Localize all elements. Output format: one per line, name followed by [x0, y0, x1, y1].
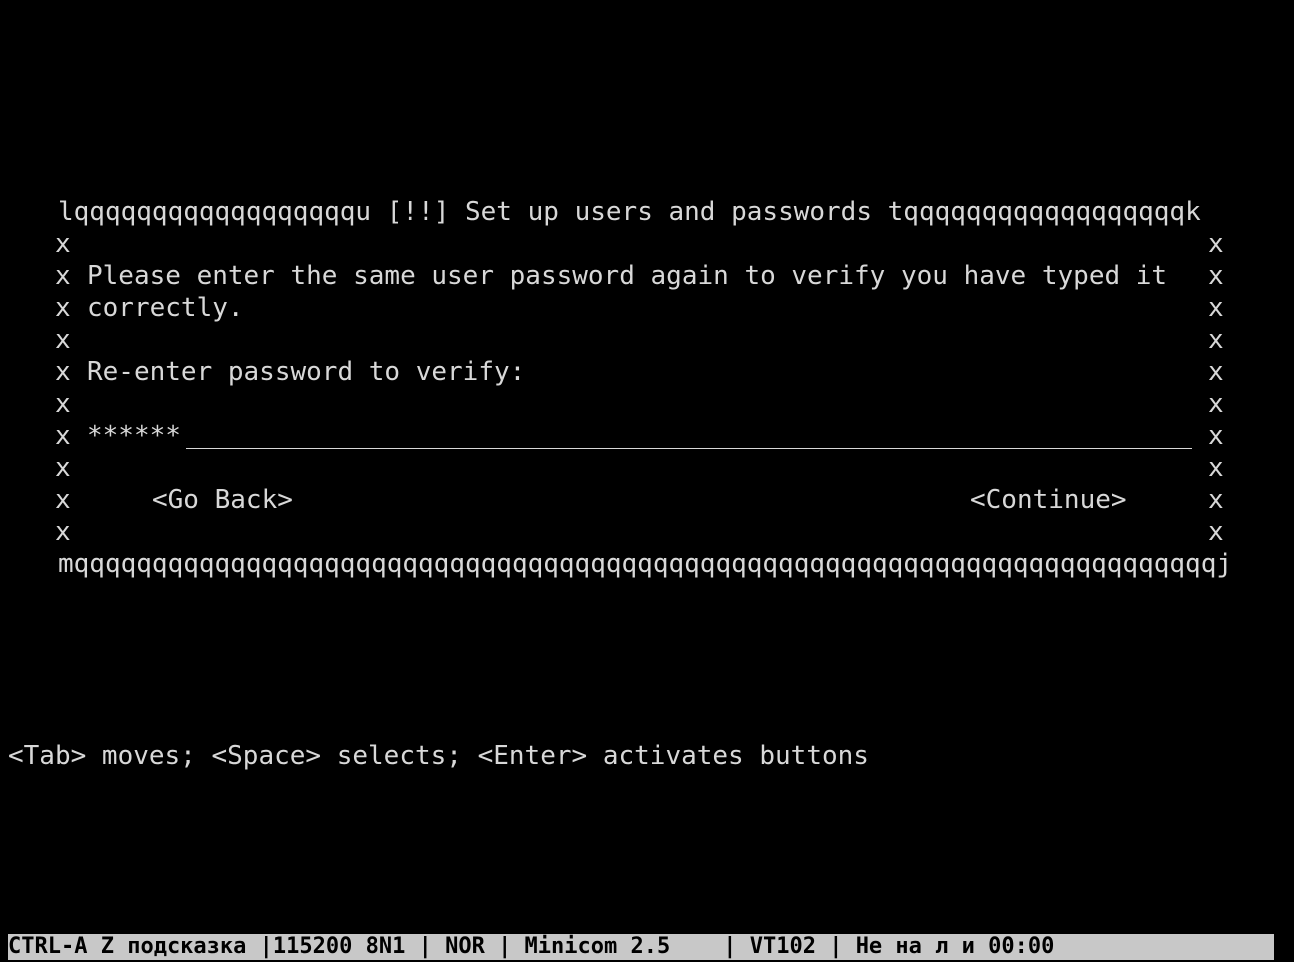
frame-right-char: x	[1208, 229, 1224, 259]
dialog-top-border: lqqqqqqqqqqqqqqqqqqu [!!] Set up users a…	[58, 196, 1228, 228]
frame-right-char: x	[1208, 485, 1224, 515]
frame-left-char: x	[55, 485, 71, 515]
dialog-message-line-1: Please enter the same user password agai…	[87, 261, 1168, 291]
frame-left-char: x	[55, 453, 71, 483]
continue-button[interactable]: <Continue>	[970, 484, 1127, 516]
frame-left-char: x	[55, 325, 71, 355]
frame-left-char: x	[55, 389, 71, 419]
frame-right-char: x	[1208, 293, 1224, 323]
dialog-title: [!!] Set up users and passwords	[386, 197, 872, 227]
frame-right-char: x	[1208, 421, 1224, 451]
password-field-underline	[186, 448, 1192, 449]
frame-left-char: x	[55, 517, 71, 547]
top-border-right: tqqqqqqqqqqqqqqqqqqk	[887, 197, 1201, 227]
frame-right-char: x	[1208, 325, 1224, 355]
password-value: ******	[87, 421, 181, 451]
password-prompt-label: Re-enter password to verify:	[87, 357, 526, 387]
frame-left-char: x	[55, 229, 71, 259]
go-back-button[interactable]: <Go Back>	[152, 484, 293, 516]
frame-left-char: x	[55, 261, 71, 291]
dialog-bottom-border: mqqqqqqqqqqqqqqqqqqqqqqqqqqqqqqqqqqqqqqq…	[58, 549, 1228, 579]
frame-right-char: x	[1208, 453, 1224, 483]
frame-right-char: x	[1208, 389, 1224, 419]
frame-left-char: x	[55, 357, 71, 387]
frame-left-char: x	[55, 293, 71, 323]
frame-right-char: x	[1208, 261, 1224, 291]
top-border-left: lqqqqqqqqqqqqqqqqqqu	[58, 197, 372, 227]
dialog-message-line-2: correctly.	[87, 293, 244, 323]
frame-right-char: x	[1208, 357, 1224, 387]
keyboard-help-line: <Tab> moves; <Space> selects; <Enter> ac…	[8, 741, 869, 771]
minicom-status-bar: CTRL-A Z подсказка |115200 8N1 | NOR | M…	[8, 934, 1274, 960]
frame-left-char: x	[55, 421, 71, 451]
frame-right-char: x	[1208, 517, 1224, 547]
